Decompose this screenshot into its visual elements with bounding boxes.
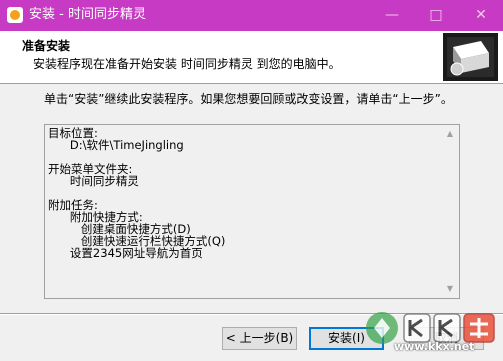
settings-summary-memo[interactable]: 目标位置: D:\软件\TimeJingling 开始菜单文件夹: 时间同步精灵附… <box>44 124 460 299</box>
title-bar[interactable]: 安装 - 时间同步精灵 — □ ✕ <box>0 0 503 31</box>
memo-line: 设置2345网址导航为首页 <box>48 246 203 260</box>
maximize-button[interactable]: □ <box>414 0 458 31</box>
minimize-button[interactable]: — <box>370 0 414 31</box>
wizard-header: 准备安装 安装程序现在准备开始安装 时间同步精灵 到您的电脑中。 <box>0 31 503 84</box>
installer-logo-icon <box>443 33 498 81</box>
scroll-down-icon[interactable]: ▼ <box>442 281 458 297</box>
instruction-text: 单击“安装”继续此安装程序。如果您想要回顾或改变设置，请单击“上一步”。 <box>44 92 453 106</box>
memo-scrollbar[interactable]: ▲ ▼ <box>442 126 458 297</box>
memo-line: D:\软件\TimeJingling <box>48 138 184 152</box>
memo-content: 目标位置: D:\软件\TimeJingling 开始菜单文件夹: 时间同步精灵附… <box>48 127 441 296</box>
close-button[interactable]: ✕ <box>459 0 503 31</box>
window-title: 安装 - 时间同步精灵 <box>29 7 146 22</box>
back-button[interactable]: < 上一步(B) <box>222 327 297 350</box>
memo-line <box>48 187 441 199</box>
page-title: 准备安装 <box>22 39 71 53</box>
app-icon <box>7 7 23 23</box>
watermark-text: www.kkx.net <box>394 340 475 353</box>
scroll-up-icon[interactable]: ▲ <box>442 126 458 142</box>
page-subtitle: 安装程序现在准备开始安装 时间同步精灵 到您的电脑中。 <box>33 57 341 71</box>
memo-line: 时间同步精灵 <box>48 174 139 188</box>
